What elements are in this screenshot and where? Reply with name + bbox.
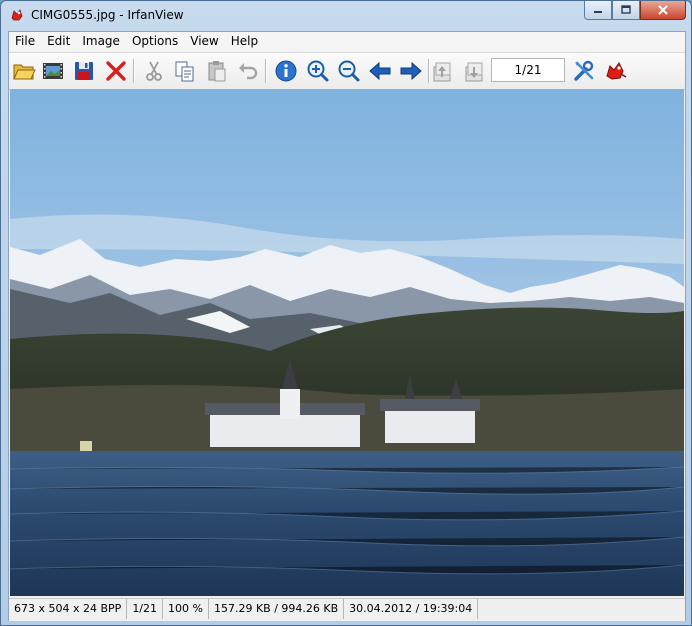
zoom-in-button[interactable] xyxy=(305,58,331,84)
cut-button[interactable] xyxy=(141,58,167,84)
slideshow-icon xyxy=(43,63,63,79)
open-button[interactable] xyxy=(11,58,37,84)
menu-view[interactable]: View xyxy=(184,32,224,51)
window-title: CIMG0555.jpg - IrfanView xyxy=(31,8,184,22)
status-file-size: 157.29 KB / 994.26 KB xyxy=(209,599,345,619)
toolbar: 1/21 xyxy=(9,52,685,90)
menu-file[interactable]: File xyxy=(9,32,41,51)
menu-help[interactable]: Help xyxy=(225,32,264,51)
delete-button[interactable] xyxy=(103,58,129,84)
irfanview-logo-icon xyxy=(606,62,627,80)
menu-options[interactable]: Options xyxy=(126,32,184,51)
info-button[interactable] xyxy=(273,58,299,84)
copy-icon xyxy=(175,61,194,82)
delete-icon xyxy=(106,61,126,81)
save-button[interactable] xyxy=(71,58,97,84)
maximize-button[interactable] xyxy=(612,1,640,20)
cut-icon xyxy=(146,61,162,81)
status-zoom: 100 % xyxy=(163,599,209,619)
info-icon xyxy=(275,60,297,82)
toolbar-separator xyxy=(133,59,135,83)
previous-page-button[interactable] xyxy=(429,58,455,84)
zoom-in-icon xyxy=(307,60,329,82)
previous-page-icon xyxy=(433,62,451,82)
open-folder-icon xyxy=(13,64,36,80)
previous-arrow-icon xyxy=(369,61,391,81)
page-counter[interactable]: 1/21 xyxy=(491,58,565,82)
minimize-icon xyxy=(594,11,602,13)
next-arrow-icon xyxy=(400,61,422,81)
settings-button[interactable] xyxy=(571,58,597,84)
caption-buttons xyxy=(584,1,686,21)
previous-button[interactable] xyxy=(367,58,393,84)
title-bar[interactable]: CIMG0555.jpg - IrfanView xyxy=(1,1,691,31)
menu-bar: File Edit Image Options View Help xyxy=(9,32,685,51)
zoom-out-button[interactable] xyxy=(336,58,362,84)
next-button[interactable] xyxy=(398,58,424,84)
maximize-icon xyxy=(621,5,631,14)
menu-image[interactable]: Image xyxy=(76,32,126,51)
paste-icon xyxy=(208,61,226,82)
next-page-button[interactable] xyxy=(461,58,487,84)
client-area: File Edit Image Options View Help 1/21 6… xyxy=(8,31,686,621)
status-datetime: 30.04.2012 / 19:39:04 xyxy=(344,599,479,619)
slideshow-button[interactable] xyxy=(40,58,66,84)
minimize-button[interactable] xyxy=(584,1,612,20)
status-bar: 673 x 504 x 24 BPP 1/21 100 % 157.29 KB … xyxy=(9,598,685,621)
close-button[interactable] xyxy=(640,1,686,20)
toolbar-separator xyxy=(265,59,267,83)
undo-button[interactable] xyxy=(235,58,261,84)
paste-button[interactable] xyxy=(204,58,230,84)
photo-lake-castle-mountains[interactable] xyxy=(10,89,684,596)
status-dimensions: 673 x 504 x 24 BPP xyxy=(9,599,128,619)
status-index: 1/21 xyxy=(127,599,164,619)
save-icon xyxy=(75,62,93,80)
menu-edit[interactable]: Edit xyxy=(41,32,76,51)
next-page-icon xyxy=(465,62,483,82)
copy-button[interactable] xyxy=(172,58,198,84)
settings-icon xyxy=(574,60,594,81)
image-viewport[interactable] xyxy=(10,89,684,596)
zoom-out-icon xyxy=(338,60,360,82)
close-icon xyxy=(658,5,668,15)
irfanview-window: CIMG0555.jpg - IrfanView File Edit Image… xyxy=(0,0,692,626)
irfanview-app-icon[interactable] xyxy=(9,7,25,23)
undo-icon xyxy=(239,63,258,80)
irfanview-logo-button[interactable] xyxy=(603,58,629,84)
